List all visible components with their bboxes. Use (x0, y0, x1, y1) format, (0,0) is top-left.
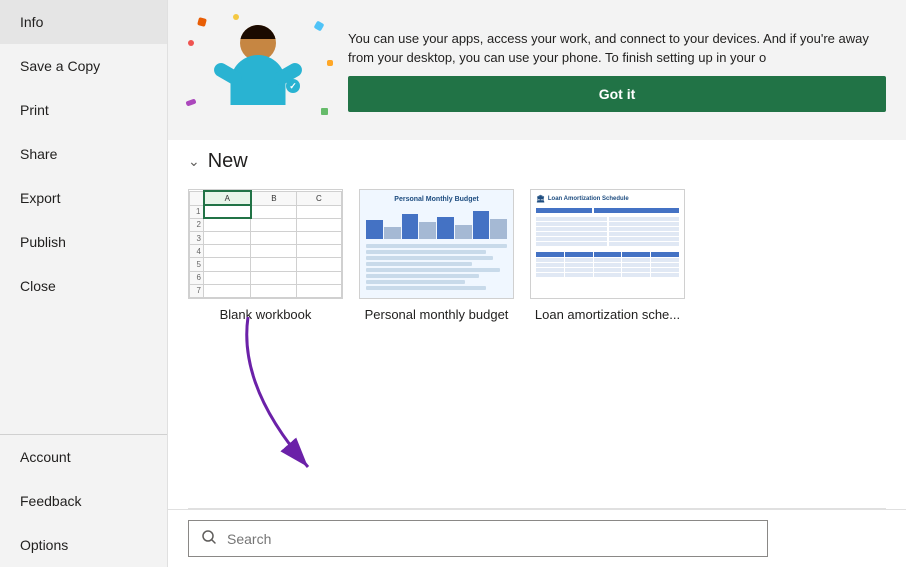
bar (384, 227, 401, 239)
budget-line (366, 250, 486, 254)
sidebar-item-export[interactable]: Export (0, 176, 167, 220)
banner-content: You can use your apps, access your work,… (348, 29, 886, 112)
template-monthly-budget[interactable]: Personal Monthly Budget (359, 189, 514, 322)
template-blank-workbook[interactable]: A B C 1 (188, 189, 343, 322)
confetti-5 (185, 98, 196, 106)
sidebar-item-label: Account (20, 449, 71, 465)
template-label: Personal monthly budget (365, 307, 509, 322)
template-loan-amortization[interactable]: 🏛 Loan Amortization Schedule (530, 189, 685, 322)
corner-cell (190, 191, 204, 205)
template-label: Blank workbook (220, 307, 312, 322)
confetti-6 (321, 108, 328, 115)
budget-lines (366, 244, 507, 290)
chevron-down-icon: ⌄ (188, 153, 200, 170)
table-row: 1 (190, 205, 342, 218)
bar (366, 220, 383, 239)
bar (402, 214, 419, 239)
sidebar-item-info[interactable]: Info (0, 0, 167, 44)
sidebar-item-print[interactable]: Print (0, 88, 167, 132)
sidebar-item-share[interactable]: Share (0, 132, 167, 176)
budget-line (366, 262, 472, 266)
bar (490, 219, 507, 239)
sidebar-item-label: Export (20, 190, 60, 206)
loan-col-left (536, 217, 607, 246)
sidebar-item-save-copy[interactable]: Save a Copy (0, 44, 167, 88)
col-b: B (251, 191, 296, 205)
search-bar-container (168, 509, 906, 567)
search-bar[interactable] (188, 520, 768, 557)
sidebar-item-label: Print (20, 102, 49, 118)
table-row: 2 (190, 218, 342, 231)
sidebar-item-label: Close (20, 278, 56, 294)
sidebar-item-close[interactable]: Close (0, 264, 167, 308)
banner: ✓ You can use your apps, access your wor… (168, 0, 906, 140)
new-header: ⌄ New (188, 150, 886, 173)
col-a: A (204, 191, 251, 205)
bar (419, 222, 436, 239)
sidebar-spacer (0, 308, 167, 434)
loan-col-right (609, 217, 680, 246)
budget-chart (366, 206, 507, 241)
search-icon (201, 529, 217, 548)
sidebar-item-label: Publish (20, 234, 66, 250)
sidebar-item-label: Share (20, 146, 57, 162)
budget-line (366, 244, 507, 248)
loan-table (536, 252, 679, 277)
sidebar-bottom: Account Feedback Options (0, 434, 167, 567)
banner-text: You can use your apps, access your work,… (348, 29, 886, 68)
confetti-7 (327, 60, 333, 66)
confetti-2 (233, 14, 239, 20)
col-c: C (296, 191, 341, 205)
confetti-3 (314, 21, 325, 32)
table-row: 4 (190, 245, 342, 258)
bar (473, 211, 490, 239)
sidebar-item-label: Feedback (20, 493, 81, 509)
budget-line (366, 280, 465, 284)
blank-workbook-thumb: A B C 1 (188, 189, 343, 299)
budget-line (366, 274, 479, 278)
loan-two-col (536, 217, 679, 246)
person-figure: ✓ (218, 25, 298, 125)
confetti-4 (188, 40, 194, 46)
loan-title: Loan Amortization Schedule (548, 196, 629, 202)
sidebar-item-account[interactable]: Account (0, 435, 167, 479)
new-section-title: New (208, 150, 248, 173)
sidebar-item-label: Save a Copy (20, 58, 100, 74)
sidebar: Info Save a Copy Print Share Export Publ… (0, 0, 168, 567)
budget-title: Personal Monthly Budget (366, 196, 507, 203)
templates-row: A B C 1 (188, 189, 886, 322)
loan-icon: 🏛 (536, 195, 545, 203)
table-row: 3 (190, 231, 342, 244)
confetti-1 (197, 17, 207, 27)
sidebar-item-label: Info (20, 14, 43, 30)
template-label: Loan amortization sche... (535, 307, 680, 322)
sidebar-item-feedback[interactable]: Feedback (0, 479, 167, 523)
bar (437, 217, 454, 239)
table-row: 5 (190, 258, 342, 271)
loan-header-row (536, 208, 679, 213)
monthly-budget-thumb: Personal Monthly Budget (359, 189, 514, 299)
banner-illustration: ✓ (178, 10, 338, 130)
loan-header: 🏛 Loan Amortization Schedule (536, 195, 679, 203)
sidebar-item-label: Options (20, 537, 68, 553)
budget-line (366, 268, 500, 272)
got-it-button[interactable]: Got it (348, 76, 886, 112)
new-section: ⌄ New A B C (168, 140, 906, 508)
budget-line (366, 286, 486, 290)
sidebar-item-publish[interactable]: Publish (0, 220, 167, 264)
table-row: 7 (190, 284, 342, 297)
search-input[interactable] (227, 531, 755, 547)
budget-line (366, 256, 493, 260)
bar (455, 225, 472, 239)
loan-amortization-thumb: 🏛 Loan Amortization Schedule (530, 189, 685, 299)
checkmark-badge: ✓ (286, 79, 300, 93)
sidebar-item-options[interactable]: Options (0, 523, 167, 567)
main-content: ✓ You can use your apps, access your wor… (168, 0, 906, 567)
table-row: 6 (190, 271, 342, 284)
